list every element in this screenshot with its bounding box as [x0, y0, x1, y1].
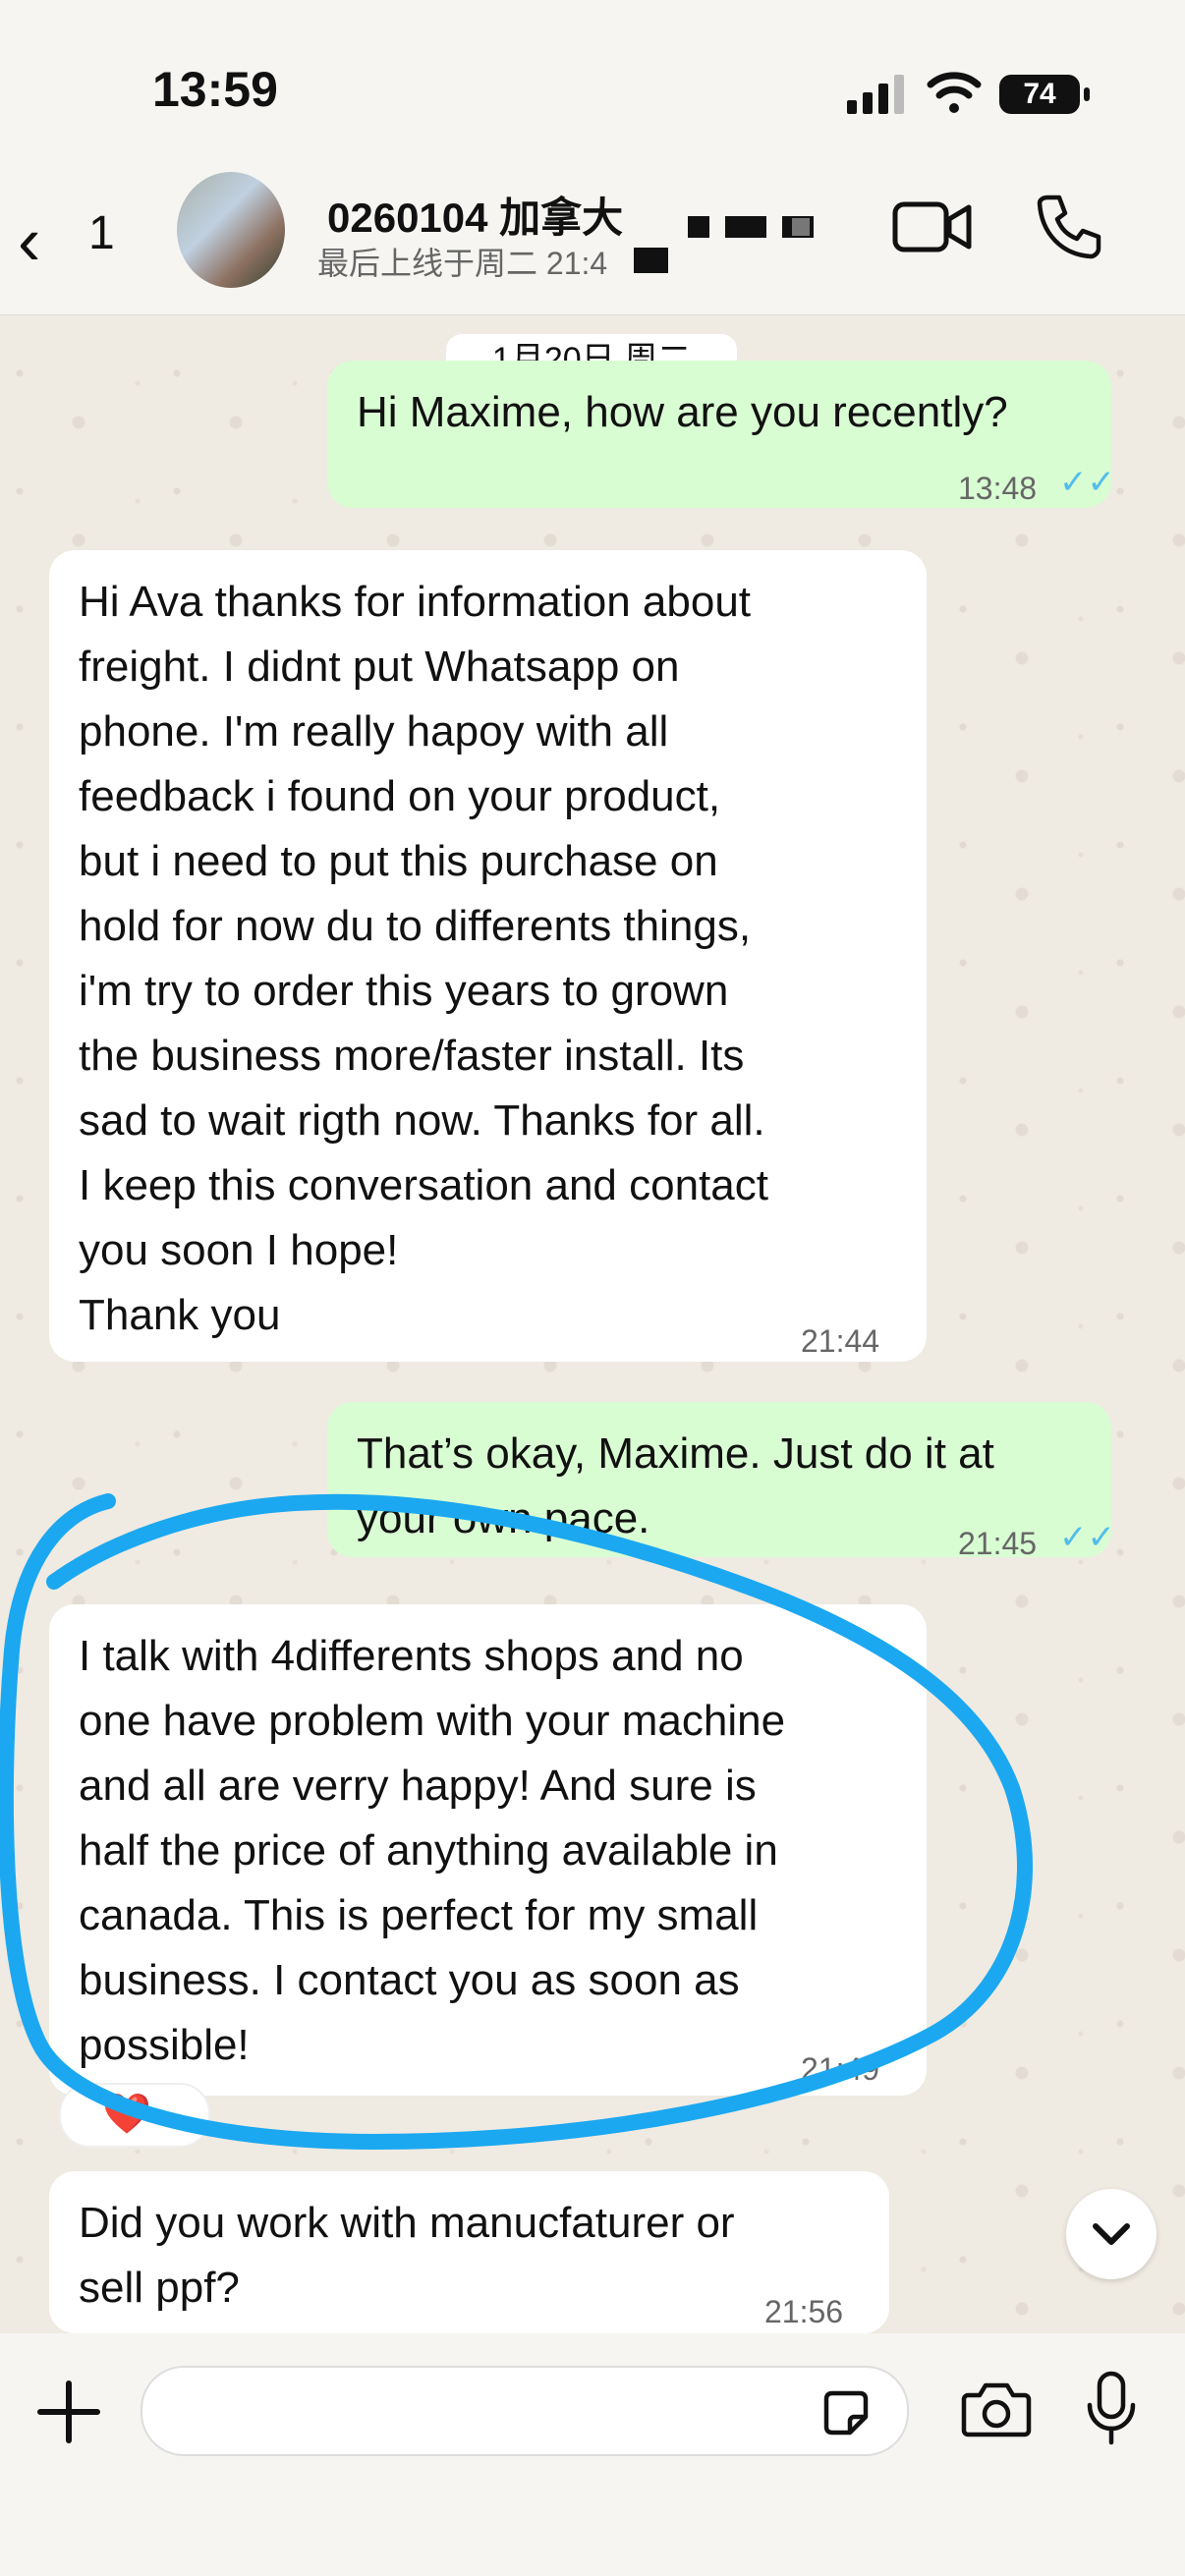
- read-receipt-icon: ✓✓: [1059, 464, 1115, 501]
- redaction-mark: [725, 216, 766, 238]
- status-bar: 13:59 74: [0, 0, 1185, 187]
- status-time: 13:59: [152, 62, 278, 117]
- message-time: 21:44: [801, 1323, 880, 1359]
- microphone-icon[interactable]: [1086, 2370, 1137, 2448]
- message-text: Did you work with manucfaturer or sell p…: [79, 2199, 735, 2312]
- contact-name[interactable]: 0260104 加拿大: [327, 185, 623, 245]
- battery-level: 74: [1023, 78, 1056, 110]
- message-input[interactable]: [141, 2366, 909, 2456]
- camera-icon[interactable]: [960, 2378, 1033, 2440]
- redaction-mark: [688, 216, 709, 238]
- message-text: Hi Maxime, how are you recently?: [357, 388, 1008, 436]
- video-call-icon[interactable]: [892, 199, 973, 254]
- sticker-icon[interactable]: [818, 2385, 874, 2440]
- incoming-message[interactable]: Hi Ava thanks for information about frei…: [49, 550, 927, 1362]
- incoming-message[interactable]: Did you work with manucfaturer or sell p…: [49, 2171, 889, 2333]
- scroll-to-bottom-button[interactable]: [1066, 2189, 1157, 2279]
- chevron-down-icon: [1093, 2223, 1130, 2245]
- message-time: 13:48: [958, 471, 1038, 506]
- avatar[interactable]: [177, 172, 285, 288]
- outgoing-message[interactable]: Hi Maxime, how are you recently? 13:48 ✓…: [327, 361, 1115, 508]
- signal-icon: [847, 75, 904, 114]
- chevron-left-icon[interactable]: ‹: [18, 201, 40, 280]
- hand-drawn-circle-annotation: [0, 1493, 1033, 2151]
- wifi-icon: [927, 72, 982, 113]
- redaction-mark: [634, 248, 668, 273]
- message-text: Hi Ava thanks for information about frei…: [79, 578, 768, 1339]
- plus-icon[interactable]: [34, 2378, 103, 2446]
- last-seen: 最后上线于周二 21:4: [317, 246, 608, 281]
- battery-indicator: 74: [999, 75, 1090, 114]
- phone-call-icon[interactable]: [1034, 192, 1102, 260]
- unread-count[interactable]: 1: [88, 206, 115, 260]
- redaction-mark: [792, 218, 810, 236]
